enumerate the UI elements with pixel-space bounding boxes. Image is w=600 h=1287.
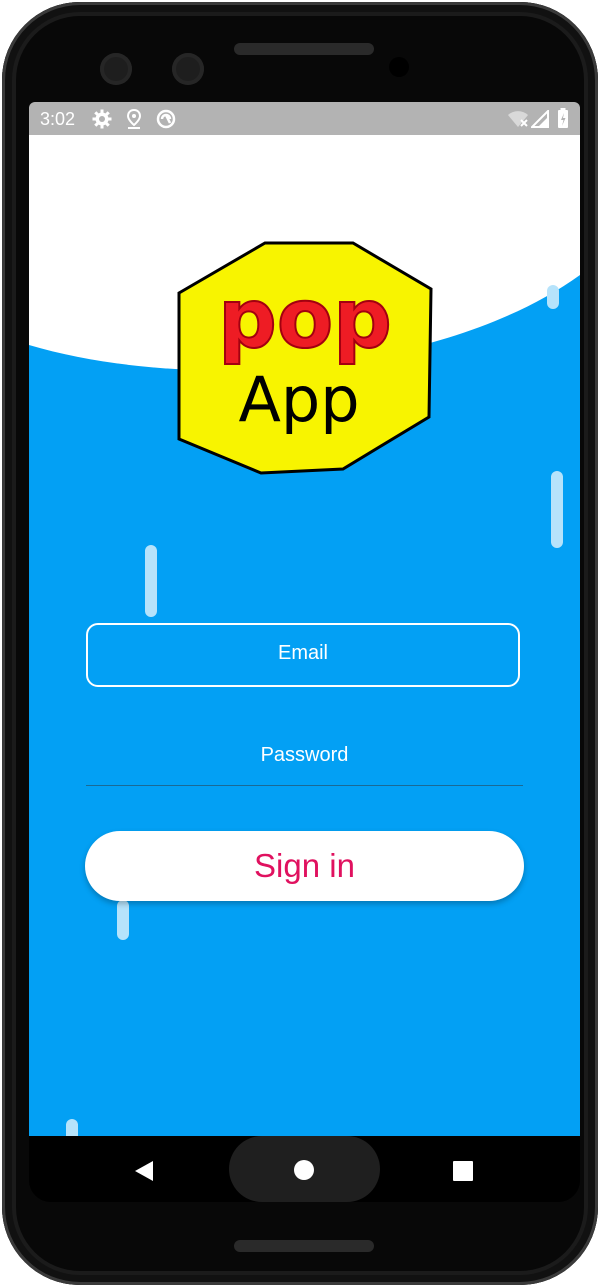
front-camera bbox=[100, 53, 132, 85]
screen: 3:02 pop App Email Password Sign in bbox=[29, 102, 580, 1202]
navigation-bar bbox=[29, 1136, 580, 1202]
top-speaker bbox=[234, 43, 374, 55]
home-icon[interactable] bbox=[293, 1159, 315, 1181]
logo-pop-text: pop bbox=[218, 272, 392, 367]
proximity-sensor bbox=[389, 57, 409, 77]
logo-app-text: App bbox=[238, 363, 359, 436]
sync-icon bbox=[156, 109, 176, 129]
home-pill[interactable] bbox=[229, 1136, 380, 1202]
battery-charging-icon bbox=[558, 108, 568, 128]
gear-icon bbox=[92, 109, 112, 129]
falling-dash-decoration bbox=[551, 471, 563, 548]
email-field[interactable]: Email bbox=[86, 623, 520, 687]
password-placeholder: Password bbox=[260, 744, 349, 766]
sign-in-button[interactable]: Sign in bbox=[85, 831, 524, 901]
phone-frame: 3:02 pop App Email Password Sign in bbox=[2, 2, 598, 1285]
falling-dash-decoration bbox=[547, 285, 559, 309]
email-placeholder: Email bbox=[277, 642, 328, 664]
falling-dash-decoration bbox=[66, 1119, 78, 1136]
login-screen: pop App Email Password Sign in bbox=[29, 135, 580, 1136]
falling-dash-decoration bbox=[117, 900, 129, 940]
back-icon[interactable] bbox=[133, 1160, 155, 1182]
front-sensor bbox=[172, 53, 204, 85]
bottom-speaker bbox=[234, 1240, 374, 1252]
signal-icon bbox=[531, 110, 549, 128]
recents-icon[interactable] bbox=[453, 1161, 473, 1181]
sign-in-label: Sign in bbox=[254, 847, 355, 884]
password-field[interactable]: Password bbox=[86, 730, 523, 786]
status-time: 3:02 bbox=[40, 109, 76, 129]
popapp-logo: pop App bbox=[177, 241, 433, 475]
status-bar: 3:02 bbox=[29, 102, 580, 135]
wifi-off-icon bbox=[508, 111, 528, 127]
falling-dash-decoration bbox=[145, 545, 157, 617]
location-pin-icon bbox=[126, 108, 142, 129]
